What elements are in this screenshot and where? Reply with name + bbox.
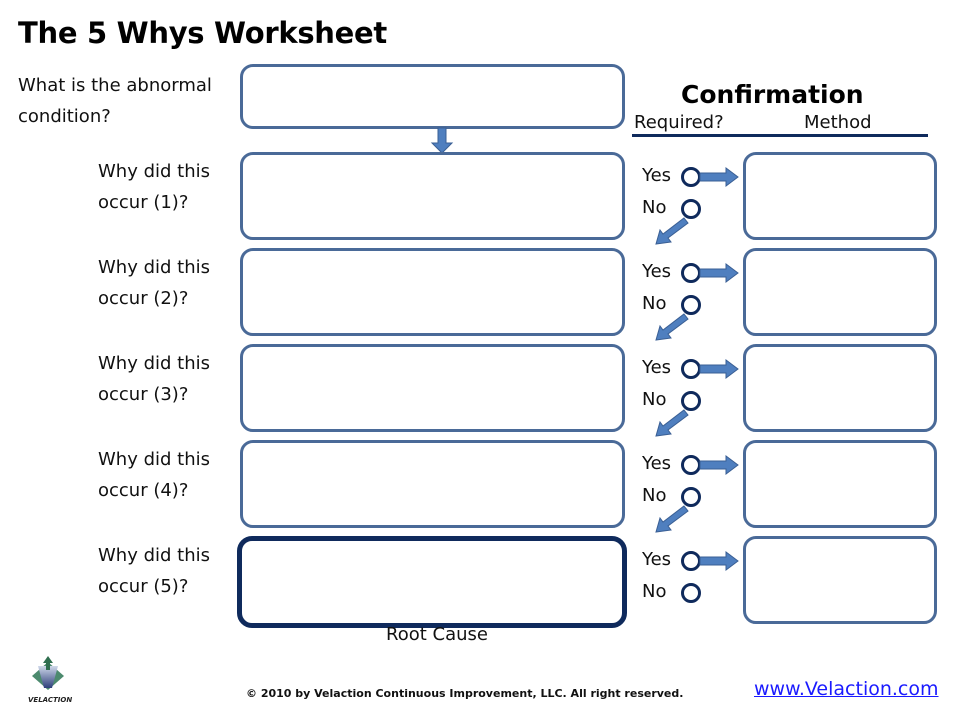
why-answer-field-2[interactable] [240,248,625,336]
confirmation-divider [632,134,928,137]
velaction-logo-icon [32,656,64,690]
confirmation-method-field-1[interactable] [743,152,937,240]
confirmation-title: Confirmation [681,80,864,109]
no-label: No [642,581,667,602]
why-label-1: Why did this occur (1)? [98,156,210,218]
no-radio[interactable] [681,583,701,603]
right-arrow-icon [699,167,739,187]
page-title: The 5 Whys Worksheet [18,16,387,50]
why-label-line2: occur (4)? [98,480,189,501]
right-arrow-icon [699,359,739,379]
right-arrow-icon [699,551,739,571]
why-label-line2: occur (5)? [98,576,189,597]
down-left-arrow-icon [655,505,689,533]
why-label-line1: Why did this [98,449,210,470]
why-label-4: Why did this occur (4)? [98,444,210,506]
yes-radio[interactable] [681,551,701,571]
why-label-line2: occur (3)? [98,384,189,405]
copyright-text: © 2010 by Velaction Continuous Improveme… [246,687,684,700]
velaction-website-link[interactable]: www.Velaction.com [754,678,939,700]
why-label-line1: Why did this [98,161,210,182]
yes-radio[interactable] [681,167,701,187]
confirmation-method-field-3[interactable] [743,344,937,432]
abnormal-label-line1: What is the abnormal [18,75,212,96]
why-label-line2: occur (2)? [98,288,189,309]
down-arrow-icon [430,127,454,154]
why-label-line1: Why did this [98,257,210,278]
root-cause-label: Root Cause [386,624,488,645]
yes-label: Yes [642,549,672,570]
yes-label: Yes [642,165,672,186]
abnormal-condition-label: What is the abnormal condition? [18,70,212,132]
confirmation-method-field-4[interactable] [743,440,937,528]
down-left-arrow-icon [655,313,689,341]
no-label: No [642,197,667,218]
no-label: No [642,389,667,410]
why-label-line1: Why did this [98,353,210,374]
why-label-5: Why did this occur (5)? [98,540,210,602]
why-answer-field-3[interactable] [240,344,625,432]
why-label-line2: occur (1)? [98,192,189,213]
root-cause-field[interactable] [237,536,627,628]
abnormal-condition-field[interactable] [240,64,625,129]
yes-label: Yes [642,357,672,378]
right-arrow-icon [699,263,739,283]
why-label-2: Why did this occur (2)? [98,252,210,314]
confirmation-method-field-2[interactable] [743,248,937,336]
required-column-label: Required? [634,112,724,133]
confirmation-method-field-5[interactable] [743,536,937,624]
why-answer-field-1[interactable] [240,152,625,240]
down-left-arrow-icon [655,217,689,245]
yes-radio[interactable] [681,455,701,475]
why-label-line1: Why did this [98,545,210,566]
abnormal-label-line2: condition? [18,106,111,127]
no-label: No [642,485,667,506]
yes-label: Yes [642,453,672,474]
logo-text: VELACTION [28,696,73,704]
yes-radio[interactable] [681,263,701,283]
yes-radio[interactable] [681,359,701,379]
why-answer-field-4[interactable] [240,440,625,528]
right-arrow-icon [699,455,739,475]
down-left-arrow-icon [655,409,689,437]
no-label: No [642,293,667,314]
method-column-label: Method [804,112,872,133]
yes-label: Yes [642,261,672,282]
why-label-3: Why did this occur (3)? [98,348,210,410]
velaction-logo: VELACTION [24,656,73,704]
